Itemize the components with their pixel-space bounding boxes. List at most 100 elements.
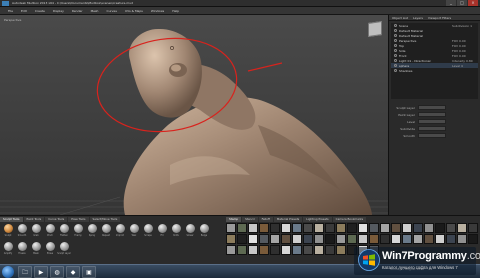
stamp-thumbnail[interactable]	[314, 245, 324, 255]
stamp-thumbnail[interactable]	[270, 223, 280, 233]
tab-material-presets[interactable]: Material Presets	[273, 217, 303, 222]
stamp-thumbnail[interactable]	[226, 245, 236, 255]
tab-paint-tools[interactable]: Paint Tools	[23, 217, 45, 222]
stamp-thumbnail[interactable]	[457, 223, 467, 233]
stamp-thumbnail[interactable]	[380, 234, 390, 244]
stamp-thumbnail[interactable]	[303, 245, 313, 255]
stamp-thumbnail[interactable]	[303, 234, 313, 244]
stamp-thumbnail[interactable]	[226, 223, 236, 233]
stamp-thumbnail[interactable]	[457, 234, 467, 244]
stamp-thumbnail[interactable]	[248, 245, 258, 255]
stamp-thumbnail[interactable]	[336, 245, 346, 255]
visibility-icon[interactable]	[394, 59, 397, 62]
stamp-thumbnail[interactable]	[325, 245, 335, 255]
visibility-icon[interactable]	[394, 54, 397, 57]
start-button[interactable]	[2, 266, 14, 278]
outliner-row-selected[interactable]: sphere Level 4	[391, 63, 478, 68]
visibility-icon[interactable]	[394, 64, 397, 67]
sculpt-tool-knife[interactable]: Knife	[170, 224, 182, 240]
sculpt-tool-foamy[interactable]: Foamy	[72, 224, 84, 240]
visibility-icon[interactable]	[394, 44, 397, 47]
stamp-thumbnail[interactable]	[402, 223, 412, 233]
menu-create[interactable]: Create	[35, 9, 45, 13]
outliner-row[interactable]: Shadows	[391, 68, 478, 73]
stamp-thumbnail[interactable]	[270, 245, 280, 255]
stamp-thumbnail[interactable]	[237, 223, 247, 233]
stamp-thumbnail[interactable]	[281, 245, 291, 255]
sculpt-tool-scrape[interactable]: Scrape	[142, 224, 154, 240]
tab-pose-tools[interactable]: Pose Tools	[68, 217, 89, 222]
sculpt-tool-erase[interactable]: Erase	[44, 242, 56, 258]
stamp-thumbnail[interactable]	[468, 223, 478, 233]
media-player-icon[interactable]: ▶	[34, 266, 48, 278]
property-field[interactable]	[418, 133, 446, 138]
stamp-thumbnail[interactable]	[435, 234, 445, 244]
menu-display[interactable]: Display	[53, 9, 64, 13]
outliner-row[interactable]: Light 01 - Directional Intensity 0.80	[391, 58, 478, 63]
sculpt-tool-mask[interactable]: Mask	[30, 242, 42, 258]
stamp-thumbnail[interactable]	[270, 234, 280, 244]
view-cube[interactable]	[368, 21, 382, 37]
sculpt-tool-sculpt-layer[interactable]: Sculpt Layer	[57, 242, 71, 258]
stamp-thumbnail[interactable]	[303, 223, 313, 233]
browser-icon[interactable]: ◍	[50, 266, 64, 278]
stamp-thumbnail[interactable]	[413, 223, 423, 233]
menu-help[interactable]: Help	[172, 9, 179, 13]
menu-mesh[interactable]: Mesh	[91, 9, 99, 13]
stamp-thumbnail[interactable]	[292, 234, 302, 244]
explorer-icon[interactable]: 🗀	[18, 266, 32, 278]
sculpt-tool-bulge[interactable]: Bulge	[198, 224, 210, 240]
stamp-thumbnail[interactable]	[347, 234, 357, 244]
stamp-thumbnail[interactable]	[358, 234, 368, 244]
menu-file[interactable]: File	[8, 9, 13, 13]
stamp-thumbnail[interactable]	[435, 223, 445, 233]
stamp-thumbnail[interactable]	[281, 223, 291, 233]
stamp-thumbnail[interactable]	[248, 223, 258, 233]
stamp-thumbnail[interactable]	[369, 223, 379, 233]
sculpt-tool-amplify[interactable]: Amplify	[2, 242, 14, 258]
tab-sculpt-tools[interactable]: Sculpt Tools	[0, 217, 23, 222]
stamp-thumbnail[interactable]	[446, 234, 456, 244]
sculpt-tool-spray[interactable]: Spray	[86, 224, 98, 240]
stamp-thumbnail[interactable]	[314, 234, 324, 244]
visibility-icon[interactable]	[394, 69, 397, 72]
menu-render[interactable]: Render	[72, 9, 83, 13]
visibility-icon[interactable]	[394, 39, 397, 42]
outliner-row[interactable]: Scene Subdivision 1	[391, 23, 478, 28]
minimize-button[interactable]: _	[446, 0, 456, 6]
sculpt-tool-grab[interactable]: Grab	[30, 224, 42, 240]
sculpt-tool-sculpt[interactable]: Sculpt	[2, 224, 14, 240]
mudbox-task-icon[interactable]: ▣	[82, 266, 96, 278]
property-field[interactable]	[418, 112, 446, 117]
sculpt-tool-smooth[interactable]: Smooth	[16, 224, 28, 240]
stamp-thumbnail[interactable]	[281, 234, 291, 244]
sculpt-tool-freeze[interactable]: Freeze	[16, 242, 28, 258]
stamp-thumbnail[interactable]	[369, 234, 379, 244]
tab-falloff[interactable]: Falloff	[258, 217, 273, 222]
tab-curve-tools[interactable]: Curve Tools	[45, 217, 68, 222]
tab-layers[interactable]: Layers	[413, 16, 423, 20]
stamp-thumbnail[interactable]	[336, 234, 346, 244]
stamp-thumbnail[interactable]	[248, 234, 258, 244]
menu-edit[interactable]: Edit	[21, 9, 27, 13]
stamp-thumbnail[interactable]	[237, 234, 247, 244]
stamp-thumbnail[interactable]	[259, 245, 269, 255]
visibility-icon[interactable]	[394, 24, 397, 27]
stamp-thumbnail[interactable]	[237, 245, 247, 255]
stamp-thumbnail[interactable]	[347, 223, 357, 233]
visibility-icon[interactable]	[394, 49, 397, 52]
maximize-button[interactable]: □	[457, 0, 467, 6]
tab-select-move-tools[interactable]: Select/Move Tools	[89, 217, 121, 222]
stamp-thumbnail[interactable]	[325, 234, 335, 244]
menu-windows[interactable]: Windows	[151, 9, 164, 13]
close-button[interactable]: ×	[468, 0, 478, 6]
stamp-thumbnail[interactable]	[446, 223, 456, 233]
stamp-thumbnail[interactable]	[226, 234, 236, 244]
stamp-thumbnail[interactable]	[336, 223, 346, 233]
outliner-row[interactable]: Front FOV 0.00	[391, 53, 478, 58]
stamp-thumbnail[interactable]	[391, 223, 401, 233]
stamp-thumbnail[interactable]	[413, 234, 423, 244]
sculpt-tool-imprint[interactable]: Imprint	[114, 224, 126, 240]
menu-curves[interactable]: Curves	[106, 9, 116, 13]
sculpt-tool-flatten[interactable]: Flatten	[58, 224, 70, 240]
